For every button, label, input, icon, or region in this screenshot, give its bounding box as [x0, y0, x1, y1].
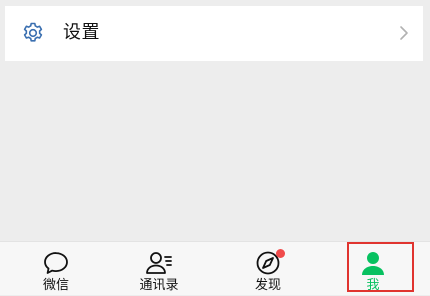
tab-weixin-label: 微信 — [42, 278, 69, 293]
settings-row[interactable]: 设置 — [5, 6, 423, 61]
chat-bubble-icon — [41, 249, 71, 277]
settings-label: 设置 — [63, 22, 100, 43]
tab-me-label: 我 — [366, 278, 380, 293]
person-icon — [358, 249, 388, 277]
contacts-icon — [144, 249, 174, 277]
tab-contacts[interactable]: 通讯录 — [119, 242, 199, 296]
bottom-tab-bar: 微信 通讯录 发现 我 — [0, 241, 430, 295]
tab-weixin[interactable]: 微信 — [16, 242, 96, 296]
tab-contacts-label: 通讯录 — [139, 278, 179, 293]
tab-discover[interactable]: 发现 — [228, 242, 308, 296]
notification-dot — [276, 249, 285, 258]
me-page: 设置 微信 通讯录 发现 我 — [0, 0, 430, 295]
tab-discover-label: 发现 — [254, 278, 281, 293]
chevron-right-icon — [397, 24, 411, 42]
gear-icon — [21, 21, 45, 45]
tab-me[interactable]: 我 — [333, 242, 413, 296]
